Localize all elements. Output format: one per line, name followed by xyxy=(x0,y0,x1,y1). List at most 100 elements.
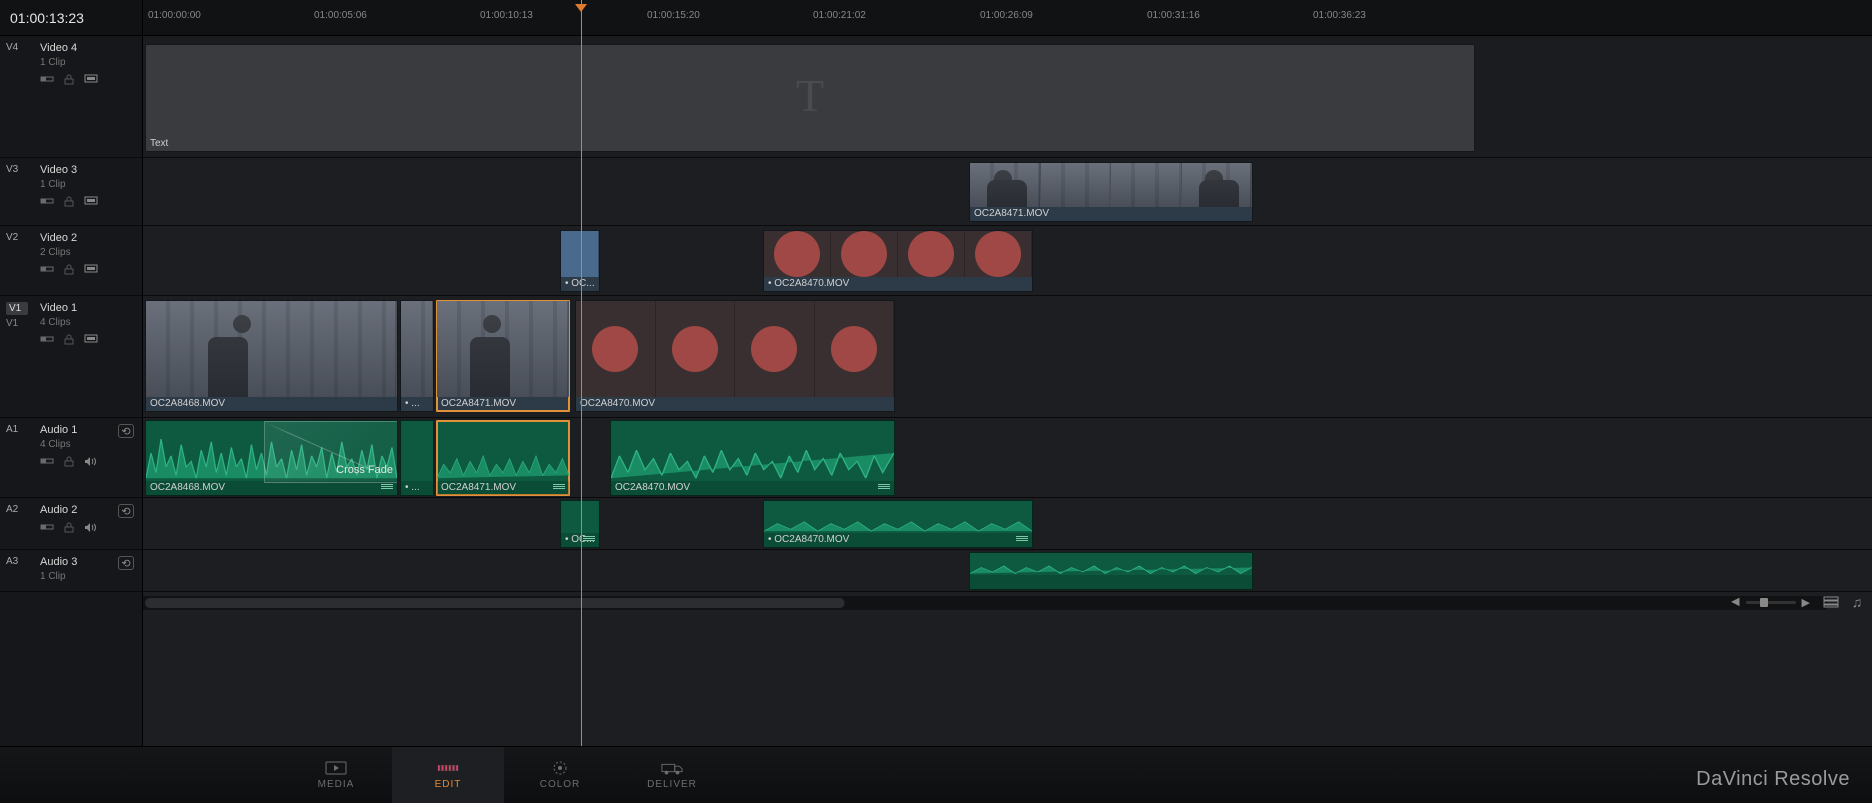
time-ruler[interactable]: 01:00:00:0001:00:05:0601:00:10:1301:00:1… xyxy=(143,0,1872,36)
track-header-v4[interactable]: V4 Video 4 1 Clip xyxy=(0,36,142,158)
zoom-in-icon[interactable]: ▶ xyxy=(1802,596,1810,609)
track-tag: V1 xyxy=(6,318,18,329)
auto-select-icon[interactable] xyxy=(40,195,54,207)
crossfade-label: Cross Fade xyxy=(336,464,393,476)
auto-select-icon[interactable] xyxy=(40,73,54,85)
track-lane-v1[interactable]: OC2A8468.MOV • ... OC2A8471.MOV OC2A8470… xyxy=(143,296,1872,418)
page-deliver[interactable]: DELIVER xyxy=(616,747,728,803)
auto-select-icon[interactable] xyxy=(40,521,54,533)
video-clip-selected[interactable]: OC2A8471.MOV xyxy=(436,300,570,412)
title-glyph: T xyxy=(796,69,824,122)
timeline-canvas[interactable]: 01:00:00:0001:00:05:0601:00:10:1301:00:1… xyxy=(143,0,1872,746)
lock-icon[interactable] xyxy=(62,333,76,345)
video-clip[interactable]: • OC... xyxy=(560,230,600,292)
audio-clip[interactable]: • OC2A8470.MOV xyxy=(763,500,1033,548)
track-tag: V2 xyxy=(6,232,28,243)
track-headers-column: 01:00:13:23 V4 Video 4 1 Clip V3 Video 3… xyxy=(0,0,143,746)
track-lane-v3[interactable]: OC2A8471.MOV xyxy=(143,158,1872,226)
clip-label: OC2A8471.MOV xyxy=(441,398,516,409)
monitor-icon[interactable] xyxy=(84,195,98,207)
ruler-tick: 01:00:21:02 xyxy=(813,10,866,21)
auto-select-icon[interactable] xyxy=(40,455,54,467)
track-header-v3[interactable]: V3 Video 3 1 Clip xyxy=(0,158,142,226)
track-tag: V3 xyxy=(6,164,28,175)
automation-icon[interactable]: ⟲ xyxy=(118,504,134,518)
track-tag: A2 xyxy=(6,504,28,515)
video-clip[interactable]: • ... xyxy=(400,300,434,412)
music-icon[interactable]: ♫ xyxy=(1848,594,1866,610)
color-icon xyxy=(549,761,571,775)
audio-clip[interactable]: • OC... xyxy=(560,500,600,548)
playhead-marker[interactable] xyxy=(575,4,587,12)
track-name: Video 1 xyxy=(40,302,134,314)
zoom-out-icon[interactable]: ▶ xyxy=(1731,596,1739,609)
track-clipcount: 1 Clip xyxy=(40,57,134,68)
speaker-icon[interactable] xyxy=(84,521,98,533)
clip-label: OC2A8470.MOV xyxy=(580,398,655,409)
track-header-a1[interactable]: A1 ⟲ Audio 1 4 Clips xyxy=(0,418,142,498)
track-lane-a3[interactable] xyxy=(143,550,1872,592)
monitor-icon[interactable] xyxy=(84,263,98,275)
clip-label: • ... xyxy=(405,398,420,409)
ruler-tick: 01:00:00:00 xyxy=(148,10,201,21)
zoom-slider[interactable]: ▶ ▶ xyxy=(1731,596,1810,609)
ruler-tick: 01:00:26:09 xyxy=(980,10,1033,21)
crossfade-transition[interactable]: Cross Fade xyxy=(264,421,398,483)
clip-label: • OC2A8470.MOV xyxy=(768,278,849,289)
video-clip[interactable]: OC2A8471.MOV xyxy=(969,162,1253,222)
track-tag-dest[interactable]: V1 xyxy=(6,302,28,315)
lock-icon[interactable] xyxy=(62,521,76,533)
ruler-tick: 01:00:31:16 xyxy=(1147,10,1200,21)
current-timecode: 01:00:13:23 xyxy=(0,0,142,36)
clip-label: OC2A8468.MOV xyxy=(150,398,225,409)
track-lane-a2[interactable]: • OC... • OC2A8470.MOV xyxy=(143,498,1872,550)
zoom-knob[interactable] xyxy=(1760,598,1768,607)
track-header-v1[interactable]: V1 V1 Video 1 4 Clips xyxy=(0,296,142,418)
video-clip[interactable]: • OC2A8470.MOV xyxy=(763,230,1033,292)
track-header-a3[interactable]: A3 ⟲ Audio 3 1 Clip xyxy=(0,550,142,592)
timeline: 01:00:13:23 V4 Video 4 1 Clip V3 Video 3… xyxy=(0,0,1872,746)
clip-label: OC2A8471.MOV xyxy=(441,482,516,493)
timeline-scrollbar[interactable] xyxy=(143,596,1827,610)
track-lane-a1[interactable]: OC2A8468.MOV Cross Fade • ... OC2A8471.M… xyxy=(143,418,1872,498)
deliver-icon xyxy=(661,761,683,775)
track-tag: A1 xyxy=(6,424,28,435)
audio-clip[interactable] xyxy=(969,552,1253,590)
automation-icon[interactable]: ⟲ xyxy=(118,424,134,438)
monitor-icon[interactable] xyxy=(84,73,98,85)
track-controls xyxy=(40,73,134,85)
track-lane-v4[interactable]: T Text xyxy=(143,36,1872,158)
automation-icon[interactable]: ⟲ xyxy=(118,556,134,570)
monitor-icon[interactable] xyxy=(84,333,98,345)
video-clip[interactable]: OC2A8468.MOV xyxy=(145,300,398,412)
audio-clip[interactable]: • ... xyxy=(400,420,434,496)
track-header-a2[interactable]: A2 ⟲ Audio 2 xyxy=(0,498,142,550)
ruler-tick: 01:00:15:20 xyxy=(647,10,700,21)
lock-icon[interactable] xyxy=(62,73,76,85)
auto-select-icon[interactable] xyxy=(40,263,54,275)
track-header-v2[interactable]: V2 Video 2 2 Clips xyxy=(0,226,142,296)
stack-view-icon[interactable] xyxy=(1822,594,1840,610)
scrollbar-thumb[interactable] xyxy=(145,598,845,608)
clip-label: Text xyxy=(150,138,168,149)
video-clip[interactable]: OC2A8470.MOV xyxy=(575,300,895,412)
page-media[interactable]: MEDIA xyxy=(280,747,392,803)
speaker-icon[interactable] xyxy=(84,455,98,467)
audio-clip[interactable]: OC2A8468.MOV Cross Fade xyxy=(145,420,398,496)
track-clipcount: 1 Clip xyxy=(40,571,134,582)
clip-label: OC2A8471.MOV xyxy=(974,208,1049,219)
audio-clip[interactable]: OC2A8470.MOV xyxy=(610,420,895,496)
audio-clip-selected[interactable]: OC2A8471.MOV xyxy=(436,420,570,496)
lock-icon[interactable] xyxy=(62,195,76,207)
track-lane-v2[interactable]: • OC... • OC2A8470.MOV xyxy=(143,226,1872,296)
title-clip[interactable]: T Text xyxy=(145,44,1475,152)
page-edit[interactable]: EDIT xyxy=(392,747,504,803)
page-color[interactable]: COLOR xyxy=(504,747,616,803)
ruler-tick: 01:00:10:13 xyxy=(480,10,533,21)
page-label: COLOR xyxy=(540,779,581,790)
lock-icon[interactable] xyxy=(62,263,76,275)
auto-select-icon[interactable] xyxy=(40,333,54,345)
lock-icon[interactable] xyxy=(62,455,76,467)
edit-icon xyxy=(437,761,459,775)
track-clipcount: 1 Clip xyxy=(40,179,134,190)
